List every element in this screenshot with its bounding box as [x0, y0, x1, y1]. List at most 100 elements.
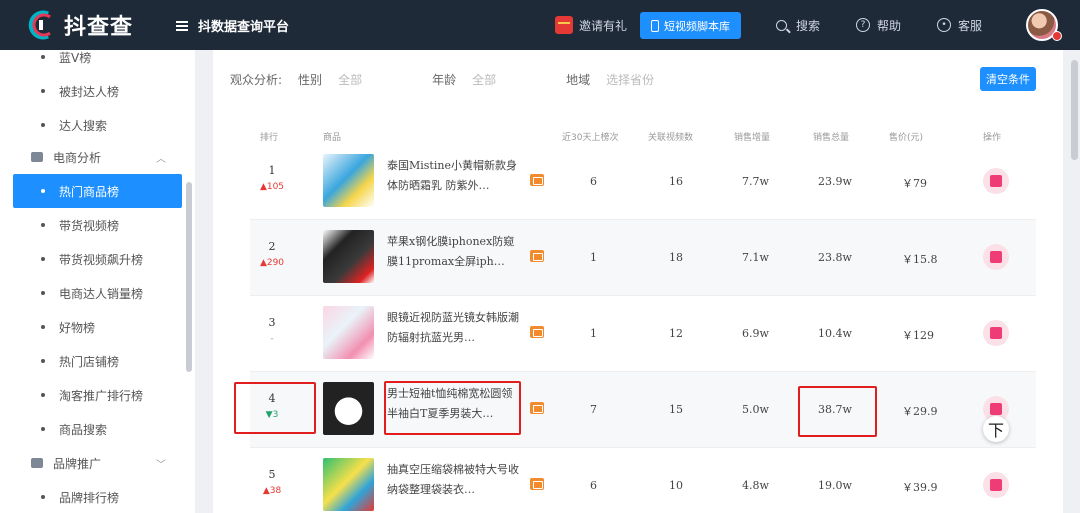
sidebar-item-hot-shops[interactable]: 热门店铺榜: [13, 344, 182, 378]
col-sales-total[interactable]: 销售总量: [813, 130, 849, 143]
col-video-count[interactable]: 关联视频数: [648, 130, 693, 143]
days-on-list: 6: [590, 175, 597, 188]
product-title[interactable]: 抽真空压缩袋棉被特大号收纳袋整理袋装衣…: [387, 460, 519, 502]
table-row[interactable]: 4 ▼3 男士短袖t恤纯棉宽松圆领半袖白T夏季男装大… 7 15 5.0w 38…: [250, 372, 1036, 448]
product-title[interactable]: 苹果x钢化膜iphonex防窥膜11promax全屏iph…: [387, 232, 519, 274]
rank-number: 1: [268, 164, 276, 177]
rank-delta: ▲290: [259, 258, 285, 268]
clear-filters-button[interactable]: 清空条件: [980, 67, 1036, 91]
product-thumbnail[interactable]: [323, 458, 374, 511]
price: ￥29.9: [902, 405, 938, 418]
rank-number: 2: [268, 240, 276, 253]
highlight-box-title: [384, 381, 521, 435]
search-label: 搜索: [796, 18, 821, 33]
sales-total: 10.4w: [818, 327, 852, 340]
highlight-box-sales: [798, 386, 877, 437]
price: ￥129: [902, 329, 934, 342]
gender-select[interactable]: 全部: [338, 71, 362, 88]
sidebar-item-sales-video[interactable]: 带货视频榜: [13, 208, 182, 242]
table-row[interactable]: 2 ▲290 苹果x钢化膜iphonex防窥膜11promax全屏iph… 1 …: [250, 220, 1036, 296]
gift-icon: [555, 16, 573, 34]
service-label: 客服: [958, 18, 983, 33]
sidebar-item-taoke[interactable]: 淘客推广排行榜: [13, 378, 182, 412]
product-title[interactable]: 眼镜近视防蓝光镜女韩版潮防辐射抗蓝光男…: [387, 308, 519, 350]
table-row[interactable]: 5 ▲38 抽真空压缩袋棉被特大号收纳袋整理袋装衣… 6 10 4.8w 19.…: [250, 448, 1036, 513]
sidebar-item-bluev[interactable]: 蓝V榜: [13, 40, 182, 74]
age-select[interactable]: 全部: [472, 71, 496, 88]
video-icon[interactable]: [530, 478, 544, 490]
video-count: 16: [669, 175, 683, 188]
rank-number: 5: [268, 468, 276, 481]
col-rank: 排行: [260, 133, 279, 143]
rank-delta: -: [270, 334, 274, 344]
filter-label: 观众分析:: [230, 72, 283, 87]
sidebar-scrollbar[interactable]: [186, 182, 192, 372]
sidebar-item-banned[interactable]: 被封达人榜: [13, 74, 182, 108]
price: ￥15.8: [902, 253, 938, 266]
avatar-badge: [1052, 31, 1062, 41]
days-on-list: 6: [590, 479, 597, 492]
help-button[interactable]: ? 帮助: [856, 0, 901, 50]
analyze-button[interactable]: [983, 168, 1009, 194]
video-icon[interactable]: [530, 250, 544, 262]
video-icon[interactable]: [530, 326, 544, 338]
platform-title: 抖数据查询平台: [198, 20, 290, 35]
rank-delta: ▲38: [262, 486, 282, 496]
sidebar-item-good-items[interactable]: 好物榜: [13, 310, 182, 344]
phone-icon: [651, 19, 659, 32]
chevron-down-icon: ﹀: [156, 459, 166, 471]
menu-toggle-button[interactable]: 抖数据查询平台: [176, 16, 289, 35]
age-label: 年龄: [432, 72, 457, 87]
back-to-top-button[interactable]: 下: [983, 416, 1009, 442]
chart-icon: [990, 327, 1002, 339]
help-icon: ?: [856, 18, 870, 32]
video-library-button[interactable]: 短视频脚本库: [640, 12, 741, 39]
invite-label: 邀请有礼: [579, 18, 628, 33]
table-row[interactable]: 1 ▲105 泰国Mistine小黄帽新款身体防晒霜乳 防紫外… 6 16 7.…: [250, 144, 1036, 220]
sales-total: 19.0w: [818, 479, 852, 492]
video-count: 10: [669, 479, 683, 492]
main-scrollbar[interactable]: [1071, 60, 1078, 160]
rank-number: 3: [268, 316, 276, 329]
sales-growth: 6.9w: [742, 327, 769, 340]
product-title[interactable]: 泰国Mistine小黄帽新款身体防晒霜乳 防紫外…: [387, 156, 519, 198]
col-price[interactable]: 售价(元): [889, 130, 923, 143]
sidebar-group-ecommerce[interactable]: 电商分析 ︿: [13, 140, 182, 174]
chart-icon: [990, 403, 1002, 415]
sidebar-group-brand[interactable]: 品牌推广 ﹀: [13, 446, 182, 480]
logo-text: 抖查查: [64, 15, 134, 40]
gender-label: 性别: [298, 72, 323, 87]
product-thumbnail[interactable]: [323, 230, 374, 283]
service-button[interactable]: • 客服: [937, 0, 982, 50]
analyze-button[interactable]: [983, 472, 1009, 498]
col-sales-growth[interactable]: 销售增量: [734, 130, 770, 143]
sidebar-item-hot-products[interactable]: 热门商品榜: [13, 174, 182, 208]
sidebar-item-talent-search[interactable]: 达人搜索: [13, 108, 182, 142]
search-button[interactable]: 搜索: [776, 0, 820, 50]
region-select[interactable]: 选择省份: [606, 71, 654, 88]
video-icon[interactable]: [530, 402, 544, 414]
video-icon[interactable]: [530, 174, 544, 186]
rank-delta: ▲105: [259, 182, 285, 192]
search-icon: [776, 19, 787, 31]
product-thumbnail[interactable]: [323, 154, 374, 207]
sidebar-item-rising-video[interactable]: 带货视频飙升榜: [13, 242, 182, 276]
table-row[interactable]: 3 - 眼镜近视防蓝光镜女韩版潮防辐射抗蓝光男… 1 12 6.9w 10.4w…: [250, 296, 1036, 372]
product-thumbnail[interactable]: [323, 306, 374, 359]
sales-total: 23.8w: [818, 251, 852, 264]
price: ￥79: [902, 177, 927, 190]
sidebar-item-talent-sales[interactable]: 电商达人销量榜: [13, 276, 182, 310]
brand-icon: [31, 458, 43, 468]
analyze-button[interactable]: [983, 244, 1009, 270]
sidebar-item-product-search[interactable]: 商品搜索: [13, 412, 182, 446]
logo-icon: [24, 8, 58, 42]
invite-button[interactable]: 邀请有礼: [555, 0, 627, 50]
sales-growth: 7.7w: [742, 175, 769, 188]
chart-icon: [990, 251, 1002, 263]
col-30days[interactable]: 近30天上榜次: [562, 130, 618, 143]
product-thumbnail[interactable]: [323, 382, 374, 435]
analyze-button[interactable]: [983, 320, 1009, 346]
sidebar-item-brand-rank[interactable]: 品牌排行榜: [13, 480, 182, 513]
app-logo[interactable]: 抖查查: [24, 8, 133, 42]
col-action: 操作: [983, 133, 1002, 143]
